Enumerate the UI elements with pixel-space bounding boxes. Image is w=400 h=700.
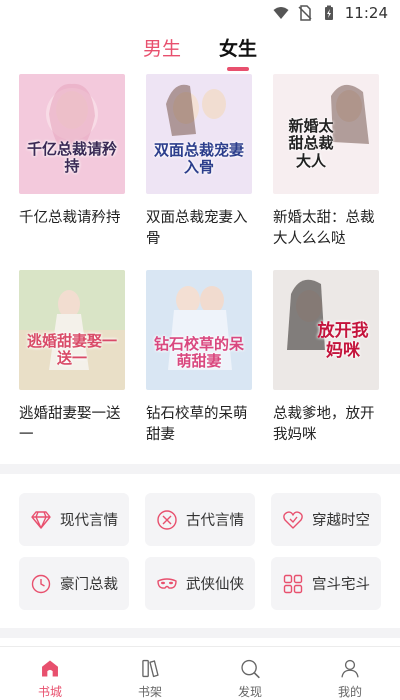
clock-icon [31,574,51,593]
category-label: 豪门总裁 [60,577,118,593]
category-label: 宫斗宅斗 [312,577,370,593]
book-cover[interactable]: 新婚太甜总裁大人 [273,74,379,194]
nav-label: 书架 [137,685,162,699]
nav-bookshelf[interactable]: 书架 [100,647,200,700]
status-bar: 11:24 [0,0,400,26]
battery-charging-icon [324,5,333,20]
section-divider [0,628,400,638]
nav-discover[interactable]: 发现 [200,647,300,700]
book-title[interactable]: 逃婚甜妻娶一送一 [19,404,125,446]
no-sim-icon [298,5,312,21]
book-card[interactable]: 钻石校草的呆萌甜妻 钻石校草的呆萌甜妻 [146,270,252,466]
bookshelf-icon [142,659,159,678]
tab-female[interactable]: 女生 [219,34,257,61]
book-cover[interactable]: 钻石校草的呆萌甜妻 [146,270,252,390]
book-card[interactable]: 千亿总裁请矜持 千亿总裁请矜持 [19,74,125,270]
book-cover[interactable]: 逃婚甜妻娶一送一 [19,270,125,390]
gender-tabs: 男生 女生 [0,34,400,61]
wifi-icon [273,7,289,19]
book-card[interactable]: 逃婚甜妻娶一送一 逃婚甜妻娶一送一 [19,270,125,466]
category-label: 现代言情 [60,513,118,529]
book-cover[interactable]: 放开我妈咪 [273,270,379,390]
category-ancient-romance[interactable]: 古代言情 [145,493,255,546]
category-modern-romance[interactable]: 现代言情 [19,493,129,546]
book-card[interactable]: 双面总裁宠妻入骨 双面总裁宠妻入骨 [146,74,252,270]
nav-profile[interactable]: 我的 [300,647,400,700]
section-divider [0,464,400,474]
profile-icon [341,659,359,678]
bottom-nav: 书城 书架 发现 我的 [0,646,400,700]
book-title[interactable]: 千亿总裁请矜持 [19,208,125,229]
category-time-travel[interactable]: 穿越时空 [271,493,381,546]
book-title[interactable]: 总裁爹地，放开我妈咪 [273,404,379,446]
book-cover[interactable]: 千亿总裁请矜持 [19,74,125,194]
category-label: 古代言情 [186,513,244,529]
ancient-coin-icon [157,509,177,530]
tab-male[interactable]: 男生 [143,34,181,61]
category-grid: 现代言情 古代言情 穿越时空 豪门总裁 武侠仙侠 宫斗宅斗 [19,493,381,610]
nav-label: 发现 [237,685,262,699]
category-rich-ceo[interactable]: 豪门总裁 [19,557,129,610]
book-title[interactable]: 双面总裁宠妻入骨 [146,208,252,250]
category-label: 武侠仙侠 [186,577,244,593]
home-icon [42,660,58,677]
discover-icon [241,659,260,679]
book-cover-title: 放开我妈咪 [317,321,369,361]
nav-label: 我的 [337,685,362,699]
book-cover-title: 新婚太甜总裁大人 [288,117,334,170]
nav-bookstore[interactable]: 书城 [0,647,100,700]
diamond-icon [31,510,51,529]
book-cover[interactable]: 双面总裁宠妻入骨 [146,74,252,194]
book-cover-title: 千亿总裁请矜持 [26,139,117,175]
heart-icon [283,510,303,529]
mask-icon [157,577,177,589]
book-cover-title: 钻石校草的呆萌甜妻 [153,334,244,370]
grid-icon [283,574,303,593]
book-cover-title: 双面总裁宠妻入骨 [153,140,244,176]
nav-label: 书城 [37,685,62,699]
book-grid: 千亿总裁请矜持 千亿总裁请矜持 双面总裁宠妻入骨 双面总裁宠妻入骨 新婚太甜总裁… [19,74,381,466]
status-time: 11:24 [344,4,388,22]
book-cover-title: 逃婚甜妻娶一送一 [26,331,117,367]
book-title[interactable]: 钻石校草的呆萌甜妻 [146,404,252,446]
category-palace-intrigue[interactable]: 宫斗宅斗 [271,557,381,610]
book-card[interactable]: 新婚太甜总裁大人 新婚太甜：总裁大人么么哒 [273,74,379,270]
category-label: 穿越时空 [312,513,370,529]
book-card[interactable]: 放开我妈咪 总裁爹地，放开我妈咪 [273,270,379,466]
book-title[interactable]: 新婚太甜：总裁大人么么哒 [273,208,379,250]
category-wuxia-xianxia[interactable]: 武侠仙侠 [145,557,255,610]
